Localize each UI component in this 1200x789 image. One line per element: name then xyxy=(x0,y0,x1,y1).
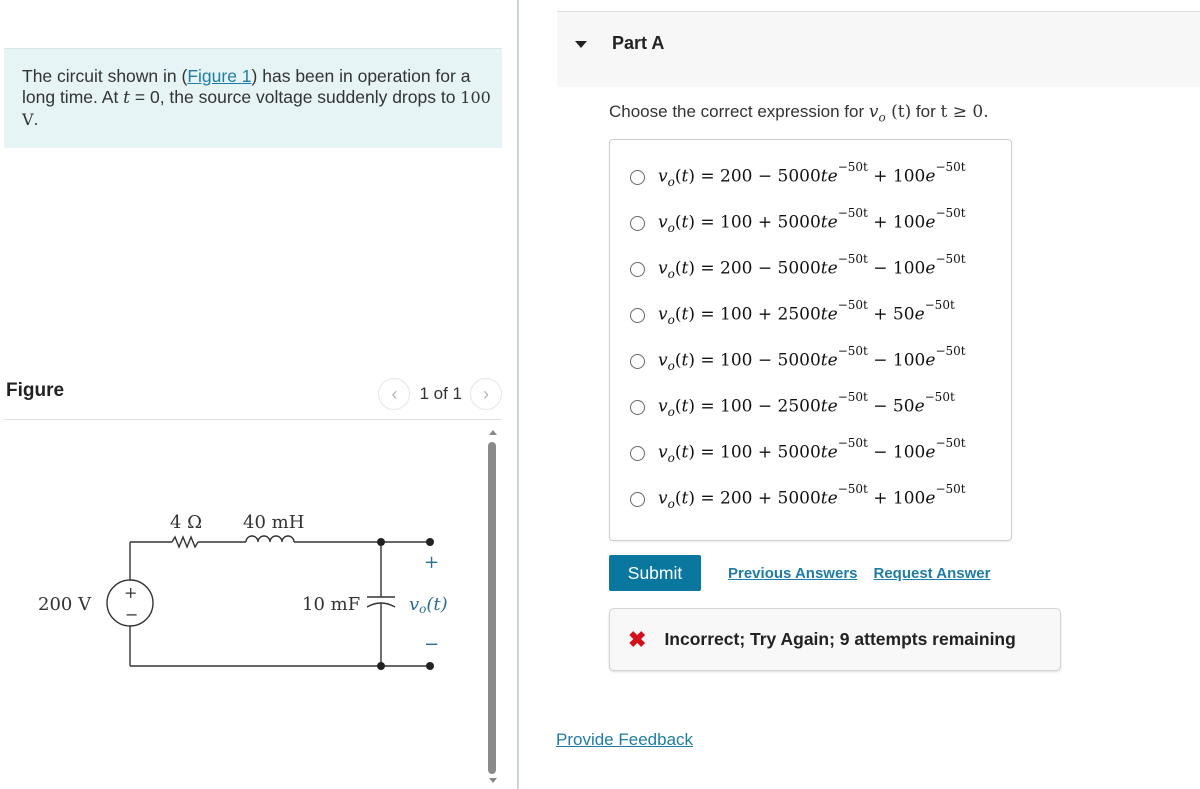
problem-statement: The circuit shown in (Figure 1) has been… xyxy=(4,48,502,148)
output-label: vo(t) xyxy=(409,594,448,616)
figure-link[interactable]: Figure 1 xyxy=(187,66,251,86)
intro-text: . xyxy=(33,109,39,129)
choice-expression: vo(t) = 100 + 5000te−50t − 100e−50t xyxy=(658,436,966,466)
part-a-header[interactable]: Part A xyxy=(557,11,1200,87)
scroll-down-arrow-icon[interactable] xyxy=(489,778,497,783)
answer-choice[interactable]: vo(t) = 200 − 5000te−50t − 100e−50t xyxy=(630,252,966,284)
radio-button[interactable] xyxy=(630,491,645,507)
feedback-message: ✖ Incorrect; Try Again; 9 attempts remai… xyxy=(609,608,1061,671)
answer-choice[interactable]: vo(t) = 200 + 5000te−50t + 100e−50t xyxy=(630,482,966,514)
inductor-label: 40 mH xyxy=(243,512,304,533)
choice-expression: vo(t) = 100 − 5000te−50t − 100e−50t xyxy=(658,344,966,374)
answer-actions: Submit Previous Answers Request Answer xyxy=(609,555,990,591)
figure-title: Figure xyxy=(6,380,65,401)
choice-expression: vo(t) = 200 + 5000te−50t + 100e−50t xyxy=(658,482,966,512)
source-plus: + xyxy=(124,583,137,602)
submit-button[interactable]: Submit xyxy=(609,555,701,591)
radio-button[interactable] xyxy=(630,261,645,277)
figure-pager: ‹ 1 of 1 › xyxy=(378,378,502,410)
answer-choice[interactable]: vo(t) = 100 + 5000te−50t − 100e−50t xyxy=(630,436,966,468)
condition: t ≥ 0. xyxy=(940,102,989,122)
chevron-left-icon: ‹ xyxy=(391,383,398,404)
figure-page-indicator: 1 of 1 xyxy=(419,384,462,403)
feedback-text: Incorrect; Try Again; 9 attempts remaini… xyxy=(664,629,1016,649)
scrollbar-thumb[interactable] xyxy=(488,442,496,774)
figure-area: + − 4 Ω 40 mH 200 V 10 mF + vo(t) − xyxy=(4,422,484,789)
radio-button[interactable] xyxy=(630,445,645,461)
choice-expression: vo(t) = 200 − 5000te−50t − 100e−50t xyxy=(658,252,966,282)
previous-figure-button[interactable]: ‹ xyxy=(378,378,411,410)
intro-text: The circuit shown in ( xyxy=(22,66,188,86)
answer-choice[interactable]: vo(t) = 100 − 5000te−50t − 100e−50t xyxy=(630,344,966,376)
problem-pane: The circuit shown in (Figure 1) has been… xyxy=(0,0,519,789)
radio-button[interactable] xyxy=(630,307,645,323)
answer-choice[interactable]: vo(t) = 100 + 2500te−50t + 50e−50t xyxy=(630,298,955,330)
x-icon: ✖ xyxy=(628,626,647,652)
answer-choice[interactable]: vo(t) = 100 − 2500te−50t − 50e−50t xyxy=(630,390,955,422)
next-figure-button[interactable]: › xyxy=(470,378,502,410)
request-answer-link[interactable]: Request Answer xyxy=(874,565,991,582)
part-title: Part A xyxy=(612,33,665,53)
radio-button[interactable] xyxy=(630,215,645,231)
radio-button[interactable] xyxy=(630,169,645,185)
inductor xyxy=(245,535,295,543)
choice-expression: vo(t) = 100 + 2500te−50t + 50e−50t xyxy=(658,298,955,328)
figure-header: Figure ‹ 1 of 1 › xyxy=(4,378,502,420)
intro-text: = 0, the source voltage suddenly drops t… xyxy=(130,87,461,107)
source-minus: − xyxy=(125,605,138,624)
choice-expression: vo(t) = 100 + 5000te−50t + 100e−50t xyxy=(658,206,966,236)
provide-feedback-link[interactable]: Provide Feedback xyxy=(556,730,693,750)
terminal-dot xyxy=(426,662,434,670)
collapse-caret-icon[interactable] xyxy=(575,41,587,48)
resistor-label: 4 Ω xyxy=(170,512,202,533)
scroll-up-arrow-icon[interactable] xyxy=(489,430,497,435)
resistor xyxy=(171,535,199,549)
radio-button[interactable] xyxy=(630,399,645,415)
circuit-diagram: + − 4 Ω 40 mH 200 V 10 mF + vo(t) − xyxy=(38,512,448,670)
question-prompt: Choose the correct expression for vo (t)… xyxy=(609,102,989,125)
radio-button[interactable] xyxy=(630,353,645,369)
terminal-dot xyxy=(426,538,434,546)
node-dot xyxy=(377,538,385,546)
math-var-t: t xyxy=(123,88,131,108)
choice-expression: vo(t) = 200 − 5000te−50t + 100e−50t xyxy=(658,160,966,190)
answer-choice[interactable]: vo(t) = 200 − 5000te−50t + 100e−50t xyxy=(630,160,966,192)
output-plus: + xyxy=(424,552,439,573)
answer-choice[interactable]: vo(t) = 100 + 5000te−50t + 100e−50t xyxy=(630,206,966,238)
previous-answers-link[interactable]: Previous Answers xyxy=(728,565,858,582)
figure-scrollbar[interactable] xyxy=(486,425,500,789)
choice-expression: vo(t) = 100 − 2500te−50t − 50e−50t xyxy=(658,390,955,420)
node-dot xyxy=(377,662,385,670)
output-minus: − xyxy=(424,634,439,655)
capacitor-label: 10 mF xyxy=(302,594,360,615)
source-label: 200 V xyxy=(38,594,92,615)
chevron-right-icon: › xyxy=(483,383,489,404)
answer-choices: vo(t) = 200 − 5000te−50t + 100e−50t vo(t)… xyxy=(609,139,1012,541)
